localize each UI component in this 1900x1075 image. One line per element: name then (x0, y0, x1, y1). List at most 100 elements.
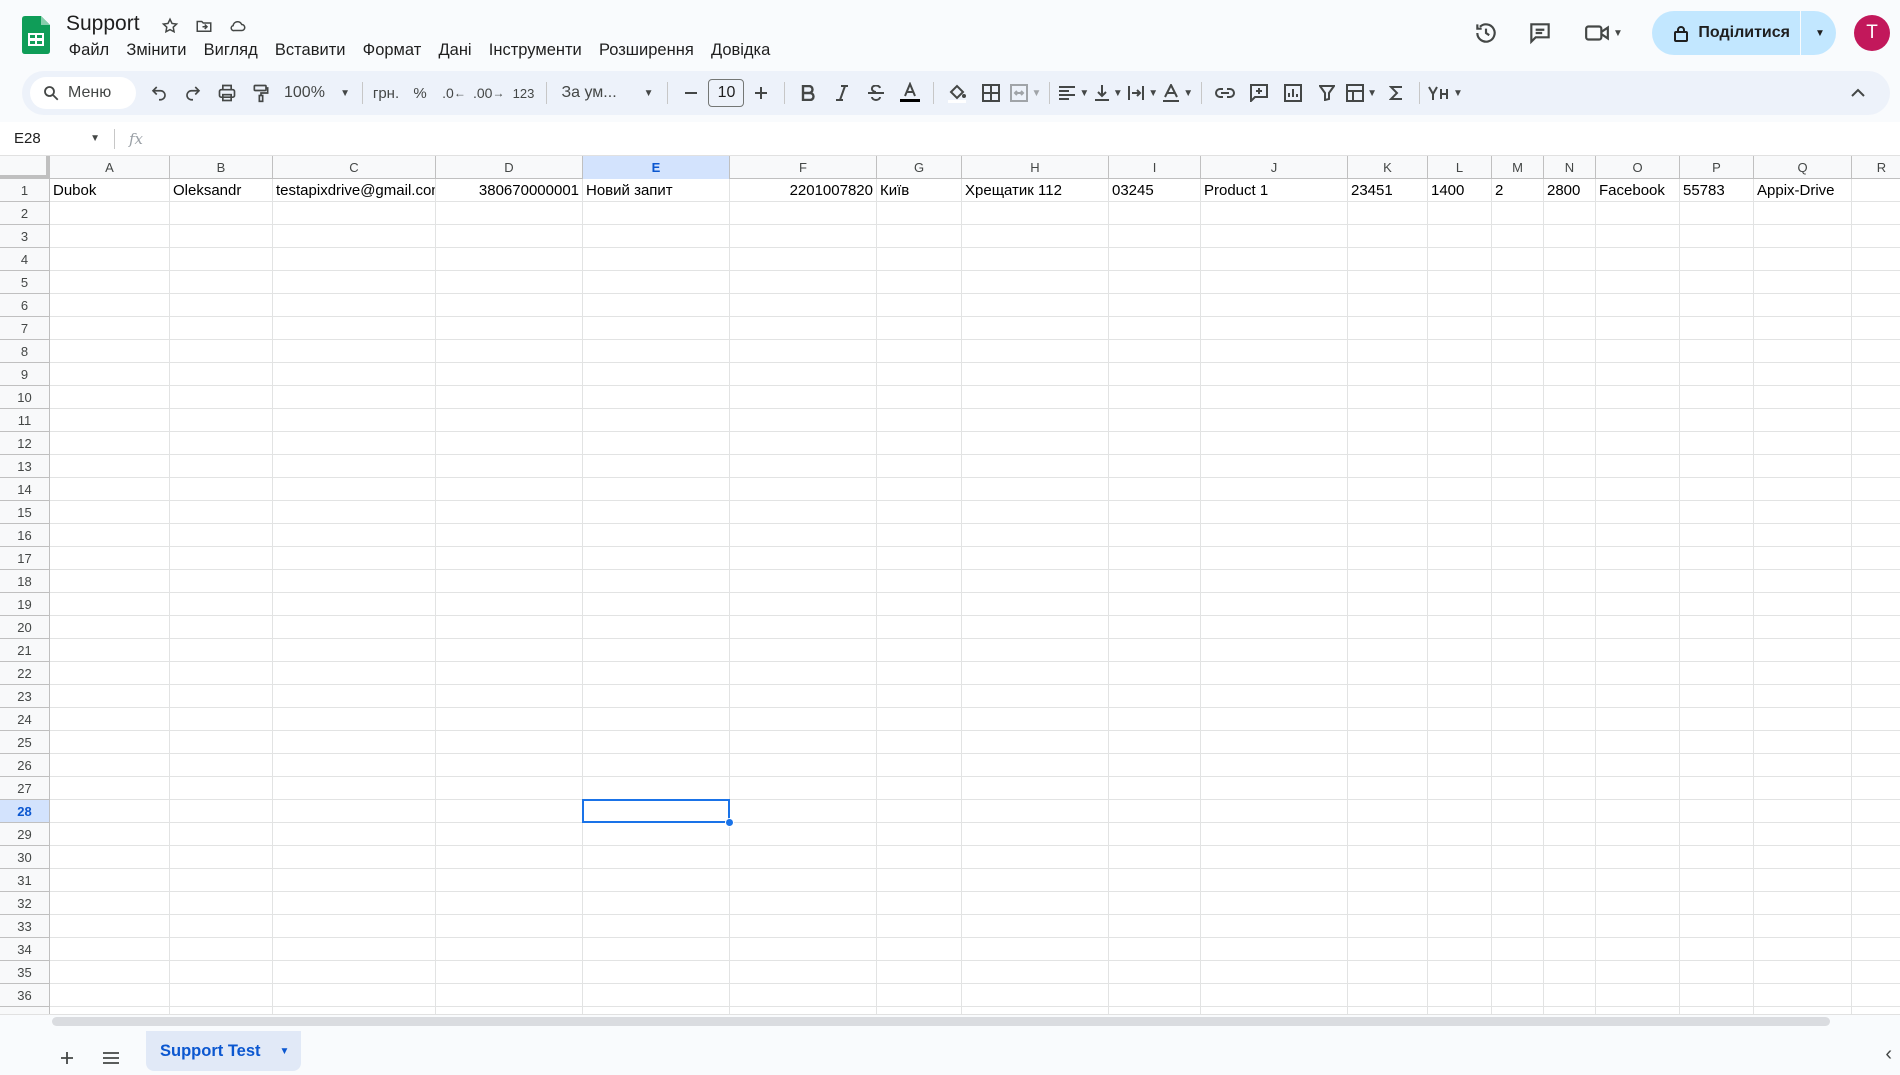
row-header-21[interactable]: 21 (0, 639, 50, 662)
currency-format-button[interactable]: грн. (369, 77, 403, 109)
column-header-c[interactable]: C (273, 156, 436, 179)
row-header-31[interactable]: 31 (0, 869, 50, 892)
menu-file[interactable]: Файл (60, 39, 118, 62)
italic-button[interactable] (825, 77, 859, 109)
row-header-33[interactable]: 33 (0, 915, 50, 938)
decrease-decimal-button[interactable]: .0 ← (437, 77, 471, 109)
meet-video-icon[interactable]: ▼ (1574, 13, 1632, 53)
cell-p1[interactable]: 55783 (1680, 179, 1753, 202)
column-header-r[interactable]: R (1852, 156, 1900, 179)
version-history-icon[interactable] (1466, 13, 1506, 53)
cell-l1[interactable]: 1400 (1428, 179, 1491, 202)
row-header-26[interactable]: 26 (0, 754, 50, 777)
bold-button[interactable] (791, 77, 825, 109)
menu-edit[interactable]: Змінити (118, 39, 195, 62)
column-header-n[interactable]: N (1544, 156, 1596, 179)
borders-button[interactable] (974, 77, 1008, 109)
column-header-b[interactable]: B (170, 156, 273, 179)
row-header-8[interactable]: 8 (0, 340, 50, 363)
cell-b1[interactable]: Oleksandr (170, 179, 272, 202)
sheet-tab-support-test[interactable]: Support Test ▼ (146, 1031, 302, 1071)
row-header-19[interactable]: 19 (0, 593, 50, 616)
merge-cells-button[interactable]: ▼ (1008, 77, 1043, 109)
row-header-3[interactable]: 3 (0, 225, 50, 248)
cell-k1[interactable]: 23451 (1348, 179, 1427, 202)
cell-g1[interactable]: Київ (877, 179, 961, 202)
cell-m1[interactable]: 2 (1492, 179, 1543, 202)
paint-format-button[interactable] (244, 77, 278, 109)
sheet-tab-menu-icon[interactable]: ▼ (280, 1046, 290, 1057)
more-formats-button[interactable]: 123 (506, 77, 540, 109)
fill-handle[interactable] (725, 818, 734, 827)
column-header-o[interactable]: O (1596, 156, 1680, 179)
row-header-32[interactable]: 32 (0, 892, 50, 915)
column-header-p[interactable]: P (1680, 156, 1754, 179)
select-all-corner[interactable] (0, 156, 50, 179)
cell-c1[interactable]: testapixdrive@gmail.com (273, 179, 435, 202)
scrollbar-thumb[interactable] (52, 1017, 1830, 1026)
column-header-q[interactable]: Q (1754, 156, 1852, 179)
row-header-28[interactable]: 28 (0, 800, 50, 823)
vertical-align-button[interactable]: ▼ (1091, 77, 1125, 109)
row-header-10[interactable]: 10 (0, 386, 50, 409)
insert-link-button[interactable] (1208, 77, 1242, 109)
row-header-18[interactable]: 18 (0, 570, 50, 593)
column-header-a[interactable]: A (50, 156, 170, 179)
row-header-20[interactable]: 20 (0, 616, 50, 639)
row-header-23[interactable]: 23 (0, 685, 50, 708)
row-header-9[interactable]: 9 (0, 363, 50, 386)
text-wrapping-button[interactable]: ▼ (1125, 77, 1160, 109)
menu-view[interactable]: Вигляд (195, 39, 266, 62)
percent-format-button[interactable]: % (403, 77, 437, 109)
functions-button[interactable] (1379, 77, 1413, 109)
row-header-1[interactable]: 1 (0, 179, 50, 202)
menu-tools[interactable]: Інструменти (480, 39, 590, 62)
document-title[interactable]: Support (66, 12, 140, 36)
fill-color-button[interactable] (940, 77, 974, 109)
menu-format[interactable]: Формат (354, 39, 430, 62)
row-header-14[interactable]: 14 (0, 478, 50, 501)
sheets-logo-icon[interactable] (22, 16, 50, 54)
column-header-h[interactable]: H (962, 156, 1109, 179)
cell-i1[interactable]: 03245 (1109, 179, 1200, 202)
column-header-f[interactable]: F (730, 156, 877, 179)
redo-button[interactable] (176, 77, 210, 109)
row-header-29[interactable]: 29 (0, 823, 50, 846)
share-dropdown-button[interactable]: ▼ (1800, 11, 1836, 55)
insert-chart-button[interactable] (1276, 77, 1310, 109)
share-button[interactable]: Поділитися ▼ (1652, 11, 1836, 55)
cell-h1[interactable]: Хрещатик 112 (962, 179, 1108, 202)
insert-comment-button[interactable] (1242, 77, 1276, 109)
row-header-12[interactable]: 12 (0, 432, 50, 455)
collapse-toolbar-button[interactable] (1842, 77, 1874, 109)
selected-cell[interactable] (582, 799, 730, 823)
column-header-k[interactable]: K (1348, 156, 1428, 179)
cell-d1[interactable]: 380670000001 (436, 179, 582, 202)
comments-icon[interactable] (1520, 13, 1560, 53)
increase-decimal-button[interactable]: .00 → (471, 77, 506, 109)
row-header-4[interactable]: 4 (0, 248, 50, 271)
menu-data[interactable]: Дані (430, 39, 480, 62)
cell-q1[interactable]: Appix-Drive (1754, 179, 1851, 202)
menu-help[interactable]: Довідка (702, 39, 779, 62)
menu-extensions[interactable]: Розширення (590, 39, 702, 62)
column-header-i[interactable]: I (1109, 156, 1201, 179)
filter-views-button[interactable]: ▼ (1344, 77, 1379, 109)
row-header-13[interactable]: 13 (0, 455, 50, 478)
row-header-11[interactable]: 11 (0, 409, 50, 432)
menu-search[interactable]: Меню (30, 77, 136, 109)
row-header-7[interactable]: 7 (0, 317, 50, 340)
row-header-5[interactable]: 5 (0, 271, 50, 294)
strikethrough-button[interactable] (859, 77, 893, 109)
row-header-2[interactable]: 2 (0, 202, 50, 225)
cell-n1[interactable]: 2800 (1544, 179, 1595, 202)
cell-f1[interactable]: 2201007820 (730, 179, 876, 202)
row-header-35[interactable]: 35 (0, 961, 50, 984)
column-header-d[interactable]: D (436, 156, 583, 179)
row-header-36[interactable]: 36 (0, 984, 50, 1007)
row-header-37[interactable]: 37 (0, 1007, 50, 1014)
font-family-select[interactable]: За ум... ▼ (553, 77, 661, 109)
row-header-34[interactable]: 34 (0, 938, 50, 961)
horizontal-scrollbar[interactable] (52, 1017, 1832, 1027)
cell-a1[interactable]: Dubok (50, 179, 169, 202)
